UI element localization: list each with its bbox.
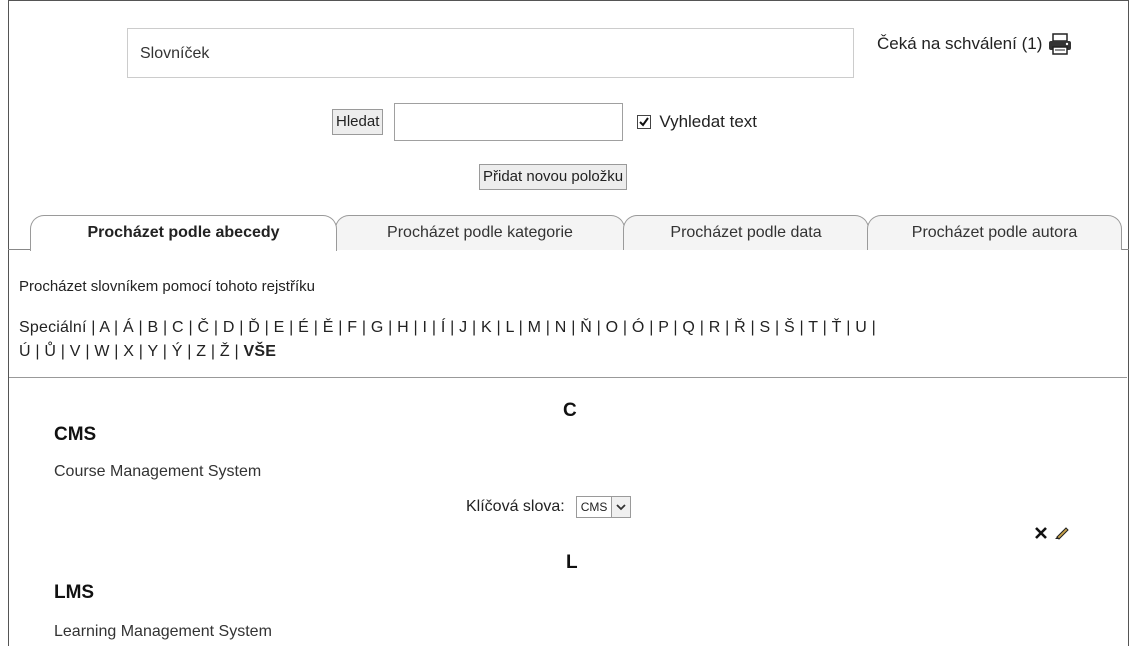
- tab-browse-date[interactable]: Procházet podle data: [623, 215, 869, 250]
- browse-tabs: Procházet podle abecedy Procházet podle …: [8, 212, 1129, 251]
- divider: [9, 377, 1127, 378]
- entry-actions: [1034, 526, 1070, 545]
- pending-approval-link[interactable]: Čeká na schválení (1): [877, 33, 1073, 55]
- glossary-title-box: Slovníček: [127, 28, 854, 78]
- edit-icon[interactable]: [1054, 526, 1070, 545]
- search-row: Hledat Vyhledat text: [332, 103, 757, 141]
- alphabet-index-line-1[interactable]: Speciální | A | Á | B | C | Č | D | Ď | …: [19, 316, 1129, 340]
- tab-browse-alphabet[interactable]: Procházet podle abecedy: [30, 215, 337, 251]
- search-input[interactable]: [394, 103, 624, 141]
- keywords-select[interactable]: CMS: [575, 496, 632, 518]
- chevron-down-icon[interactable]: [611, 497, 631, 517]
- tab-browse-author[interactable]: Procházet podle autora: [867, 215, 1122, 250]
- search-fulltext-checkbox[interactable]: [637, 115, 652, 129]
- alphabet-index-line-2[interactable]: Ú | Ů | V | W | X | Y | Ý | Z | Ž | VŠE: [19, 340, 1129, 364]
- tab-browse-category[interactable]: Procházet podle kategorie: [335, 215, 625, 250]
- section-letter-c: C: [563, 400, 577, 421]
- keywords-label: Klíčová slova:: [466, 498, 565, 515]
- alphabet-all-link[interactable]: VŠE: [244, 343, 277, 360]
- search-fulltext-option[interactable]: Vyhledat text: [637, 112, 757, 132]
- entry-term-cms: CMS: [54, 424, 97, 445]
- add-entry-button[interactable]: Přidat novou položku: [479, 164, 628, 190]
- pending-approval-label: Čeká na schválení (1): [877, 34, 1043, 53]
- search-fulltext-label: Vyhledat text: [659, 112, 758, 131]
- alphabet-index[interactable]: Speciální | A | Á | B | C | Č | D | Ď | …: [19, 316, 1129, 364]
- section-letter-l: L: [566, 552, 578, 573]
- keywords-row: Klíčová slova: CMS: [466, 496, 632, 518]
- browse-index-note: Procházet slovníkem pomocí tohoto rejstř…: [19, 278, 315, 295]
- search-button[interactable]: Hledat: [332, 109, 384, 135]
- keywords-selected-value: CMS: [580, 500, 608, 514]
- entry-term-lms: LMS: [54, 582, 95, 603]
- delete-icon[interactable]: [1034, 526, 1048, 545]
- entry-definition-lms: Learning Management System: [54, 623, 272, 640]
- checkmark-icon: [639, 117, 650, 127]
- glossary-title: Slovníček: [140, 45, 210, 62]
- printer-icon[interactable]: [1047, 33, 1073, 55]
- entry-definition-cms: Course Management System: [54, 463, 262, 480]
- alphabet-index-letters[interactable]: Ú | Ů | V | W | X | Y | Ý | Z | Ž |: [19, 343, 244, 360]
